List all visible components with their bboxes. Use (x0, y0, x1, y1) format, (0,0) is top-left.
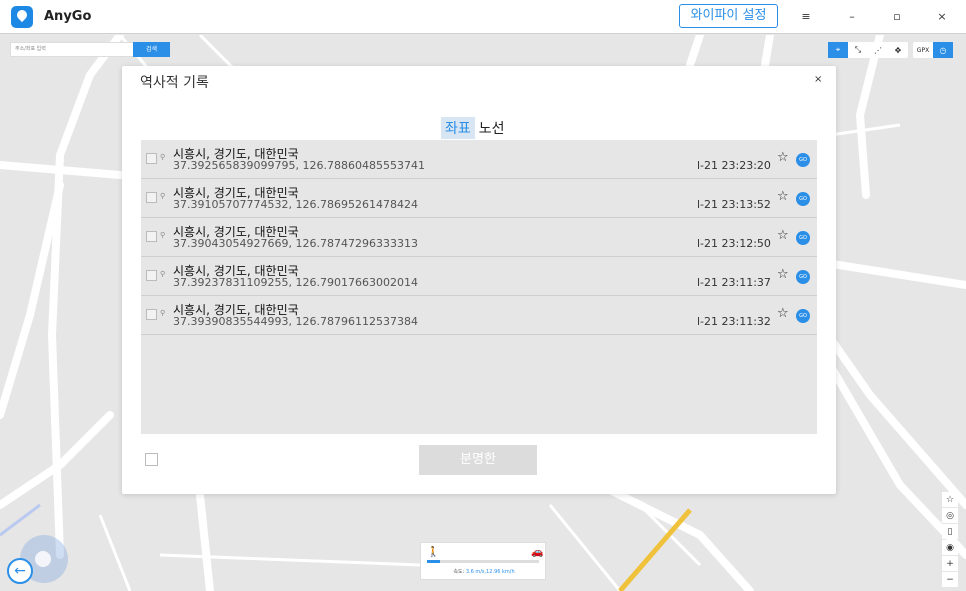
history-list: ⚲ 시흥시, 경기도, 대한민국 37.392565839099795, 126… (141, 140, 817, 434)
wifi-settings-button[interactable]: 와이파이 설정 (679, 4, 778, 28)
select-all-checkbox[interactable] (145, 453, 158, 466)
location-pin-icon: ⚲ (160, 231, 166, 239)
map-layers-icon[interactable]: ▯ (942, 524, 958, 539)
location-pin-icon: ⚲ (160, 153, 166, 161)
list-item[interactable]: ⚲ 시흥시, 경기도, 대한민국 37.39043054927669, 126.… (141, 218, 817, 257)
mode-toolbar: ⌖ ⤡ ⋰ ✥ (828, 42, 908, 58)
joystick-mode-icon[interactable]: ✥ (888, 42, 908, 58)
search-input[interactable]: 주소/좌표 입력 (10, 42, 134, 57)
history-dialog: 역사적 기록 × 좌표 노선 ⚲ 시흥시, 경기도, 대한민국 37.39256… (122, 66, 836, 494)
speed-label: 속도: (453, 569, 465, 575)
favorites-icon[interactable]: ☆ (942, 492, 958, 507)
app-logo-icon (11, 6, 33, 28)
clear-button[interactable]: 분명한 (419, 445, 537, 475)
side-toolbar: ☆ ◎ ▯ ◉ + − (942, 492, 958, 588)
gpx-button[interactable]: GPX (913, 42, 933, 58)
compass-icon[interactable]: ◎ (942, 508, 958, 523)
tab-coordinates[interactable]: 좌표 (441, 117, 475, 139)
go-button[interactable]: GO (796, 231, 810, 245)
go-button[interactable]: GO (796, 309, 810, 323)
row-checkbox[interactable] (146, 153, 157, 164)
list-item[interactable]: ⚲ 시흥시, 경기도, 대한민국 37.39390835544993, 126.… (141, 296, 817, 335)
history-tabs: 좌표 노선 (441, 117, 509, 139)
star-icon[interactable]: ☆ (777, 267, 789, 282)
go-button[interactable]: GO (796, 153, 810, 167)
row-coordinates: 37.39043054927669, 126.78747296333313 (173, 237, 418, 250)
two-spot-mode-icon[interactable]: ⤡ (848, 42, 868, 58)
row-time: l-21 23:13:52 (697, 198, 771, 211)
row-checkbox[interactable] (146, 309, 157, 320)
minimize-button[interactable]: – (842, 8, 862, 26)
car-icon[interactable]: 🚗 (531, 547, 543, 558)
row-coordinates: 37.39237831109255, 126.79017663002014 (173, 276, 418, 289)
close-icon[interactable]: × (814, 74, 822, 85)
row-time: l-21 23:11:32 (697, 315, 771, 328)
list-item[interactable]: ⚲ 시흥시, 경기도, 대한민국 37.39237831109255, 126.… (141, 257, 817, 296)
speed-readout: 속도: 3.6 m/s,12.96 km/h (421, 568, 547, 575)
star-icon[interactable]: ☆ (777, 150, 789, 165)
row-coordinates: 37.39390835544993, 126.78796112537384 (173, 315, 418, 328)
speed-panel: 🚶 🚗 속도: 3.6 m/s,12.96 km/h (420, 542, 546, 580)
joystick-handle[interactable] (35, 551, 51, 567)
row-checkbox[interactable] (146, 270, 157, 281)
go-button[interactable]: GO (796, 270, 810, 284)
locate-icon[interactable]: ◉ (942, 540, 958, 555)
row-time: l-21 23:12:50 (697, 237, 771, 250)
row-time: l-21 23:11:37 (697, 276, 771, 289)
speed-slider[interactable] (427, 560, 539, 563)
history-icon[interactable]: ◷ (933, 42, 953, 58)
list-item[interactable]: ⚲ 시흥시, 경기도, 대한민국 37.392565839099795, 126… (141, 140, 817, 179)
multi-spot-mode-icon[interactable]: ⋰ (868, 42, 888, 58)
star-icon[interactable]: ☆ (777, 189, 789, 204)
location-pin-icon: ⚲ (160, 192, 166, 200)
zoom-in-icon[interactable]: + (942, 556, 958, 571)
star-icon[interactable]: ☆ (777, 228, 789, 243)
list-item[interactable]: ⚲ 시흥시, 경기도, 대한민국 37.39105707774532, 126.… (141, 179, 817, 218)
teleport-mode-icon[interactable]: ⌖ (828, 42, 848, 58)
title-bar: AnyGo 와이파이 설정 ≡ – ▫ × (0, 0, 966, 34)
row-checkbox[interactable] (146, 192, 157, 203)
menu-button[interactable]: ≡ (796, 8, 816, 26)
back-arrow-icon[interactable]: ← (7, 558, 33, 584)
tab-routes[interactable]: 노선 (475, 117, 509, 139)
row-coordinates: 37.392565839099795, 126.78860485553741 (173, 159, 425, 172)
speed-slider-fill (427, 560, 441, 563)
dialog-title: 역사적 기록 (140, 75, 209, 91)
row-checkbox[interactable] (146, 231, 157, 242)
location-pin-icon: ⚲ (160, 270, 166, 278)
zoom-out-icon[interactable]: − (942, 572, 958, 587)
star-icon[interactable]: ☆ (777, 306, 789, 321)
row-time: l-21 23:23:20 (697, 159, 771, 172)
app-name: AnyGo (44, 9, 92, 24)
row-coordinates: 37.39105707774532, 126.78695261478424 (173, 198, 418, 211)
speed-value: 3.6 m/s,12.96 km/h (465, 569, 515, 575)
close-window-button[interactable]: × (932, 8, 952, 26)
extra-toolbar: GPX ◷ (913, 42, 953, 58)
search-button[interactable]: 검색 (133, 42, 170, 57)
go-button[interactable]: GO (796, 192, 810, 206)
maximize-button[interactable]: ▫ (887, 8, 907, 26)
walk-icon[interactable]: 🚶 (427, 547, 439, 558)
location-pin-icon: ⚲ (160, 309, 166, 317)
